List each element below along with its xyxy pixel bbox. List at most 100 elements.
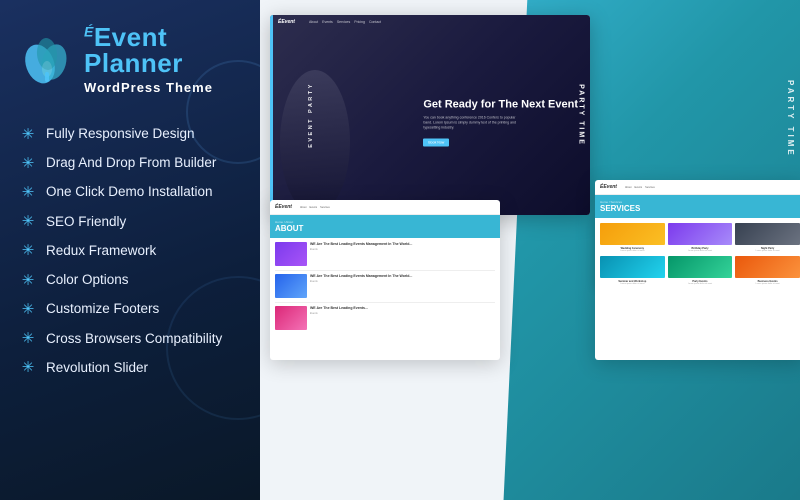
service-image bbox=[668, 256, 733, 278]
about-nav-link: About bbox=[300, 206, 307, 209]
feature-text: One Click Demo Installation bbox=[46, 183, 213, 201]
screen-about: ÉEvent About Events Services Home / Abou… bbox=[270, 200, 500, 360]
hero-accent-bar bbox=[270, 15, 273, 215]
article-meta: Events bbox=[310, 312, 368, 315]
asterisk-icon: ✳ bbox=[20, 301, 36, 317]
feature-item: ✳ Customize Footers bbox=[20, 300, 240, 318]
services-nav-link: About bbox=[625, 186, 632, 189]
service-desc: Lorem ipsum dolor sit amet bbox=[600, 250, 665, 253]
hero-logo: ÉEvent bbox=[278, 19, 295, 25]
services-nav: ÉEvent About Events Services bbox=[595, 180, 800, 195]
asterisk-icon: ✳ bbox=[20, 126, 36, 142]
service-card: Night Party Lorem ipsum dolor sit amet bbox=[735, 223, 800, 253]
hero-section: ÉEvent About Events Services Pricing Con… bbox=[270, 15, 590, 215]
feature-text: Color Options bbox=[46, 271, 129, 289]
article-title: WE Are The Best Leading Events Managemen… bbox=[310, 242, 412, 247]
service-card: Birthday Party Lorem ipsum dolor sit ame… bbox=[668, 223, 733, 253]
logo-area: ÉEvent Planner WordPress Theme bbox=[20, 24, 240, 97]
hero-content: Get Ready for The Next Event You can boo… bbox=[423, 98, 578, 149]
feature-text: Redux Framework bbox=[46, 242, 156, 260]
right-panel: ÉEvent About Events Services Pricing Con… bbox=[260, 0, 800, 500]
party-time-label: PARTY TIME bbox=[786, 80, 795, 158]
service-image bbox=[600, 256, 665, 278]
feature-item: ✳ Fully Responsive Design bbox=[20, 125, 240, 143]
feature-text: Fully Responsive Design bbox=[46, 125, 195, 143]
service-image bbox=[735, 223, 800, 245]
hero-person-silhouette bbox=[280, 70, 350, 215]
article-meta: Events bbox=[310, 248, 412, 251]
feature-item: ✳ Drag And Drop From Builder bbox=[20, 154, 240, 172]
article-text: WE Are The Best Leading Events Managemen… bbox=[310, 274, 412, 298]
service-card: Wedding Ceremony Lorem ipsum dolor sit a… bbox=[600, 223, 665, 253]
screen-hero: ÉEvent About Events Services Pricing Con… bbox=[270, 15, 590, 215]
article-item: WE Are The Best Leading Events Managemen… bbox=[275, 274, 495, 303]
logo-subtitle: WordPress Theme bbox=[84, 80, 213, 95]
about-page-title: ABOUT bbox=[275, 224, 495, 233]
hero-side-label: PARTY TIME bbox=[578, 84, 585, 146]
service-card: Seminar and Workshop Lorem ipsum dolor s… bbox=[600, 256, 665, 286]
service-image bbox=[668, 223, 733, 245]
asterisk-icon: ✳ bbox=[20, 184, 36, 200]
article-meta: Events bbox=[310, 280, 412, 283]
services-page-title: SERVICES bbox=[600, 204, 800, 213]
feature-item: ✳ Redux Framework bbox=[20, 242, 240, 260]
hero-nav-events: Events bbox=[322, 20, 333, 24]
hero-title: Get Ready for The Next Event bbox=[423, 98, 578, 112]
article-image bbox=[275, 274, 307, 298]
asterisk-icon: ✳ bbox=[20, 155, 36, 171]
article-image bbox=[275, 242, 307, 266]
feature-item: ✳ Revolution Slider bbox=[20, 359, 240, 377]
screen-services: ÉEvent About Events Services Home / Serv… bbox=[595, 180, 800, 360]
features-list: ✳ Fully Responsive Design ✳ Drag And Dro… bbox=[20, 125, 240, 377]
service-desc: Lorem ipsum dolor sit amet bbox=[735, 283, 800, 286]
services-header-bar: Home / Services SERVICES bbox=[595, 195, 800, 218]
asterisk-icon: ✳ bbox=[20, 360, 36, 376]
article-text: WE Are The Best Leading Events Managemen… bbox=[310, 242, 412, 266]
asterisk-icon: ✳ bbox=[20, 331, 36, 347]
article-item: WE Are The Best Leading Events... Events bbox=[275, 306, 495, 330]
hero-nav-links: About Events Services Pricing Contact bbox=[309, 20, 381, 24]
article-text: WE Are The Best Leading Events... Events bbox=[310, 306, 368, 330]
services-nav-link: Events bbox=[635, 186, 643, 189]
hero-description: You can book anything conference 2016 Co… bbox=[423, 116, 523, 131]
left-panel: ÉEvent Planner WordPress Theme ✳ Fully R… bbox=[0, 0, 260, 500]
service-image bbox=[735, 256, 800, 278]
about-nav-link: Events bbox=[310, 206, 318, 209]
feature-item: ✳ Color Options bbox=[20, 271, 240, 289]
service-desc: Lorem ipsum dolor sit amet bbox=[668, 250, 733, 253]
hero-nav: ÉEvent About Events Services Pricing Con… bbox=[270, 19, 590, 25]
hero-button[interactable]: Book Now bbox=[423, 138, 449, 146]
hero-nav-contact: Contact bbox=[369, 20, 381, 24]
logo-title: ÉEvent Planner bbox=[84, 24, 213, 76]
services-nav-link: Services bbox=[645, 186, 655, 189]
services-logo: ÉEvent bbox=[600, 184, 617, 190]
article-title: WE Are The Best Leading Events... bbox=[310, 306, 368, 311]
feature-item: ✳ SEO Friendly bbox=[20, 213, 240, 231]
service-desc: Lorem ipsum dolor sit amet bbox=[668, 283, 733, 286]
about-page-logo: ÉEvent bbox=[275, 204, 292, 210]
logo-text-block: ÉEvent Planner WordPress Theme bbox=[84, 24, 213, 97]
service-desc: Lorem ipsum dolor sit amet bbox=[600, 283, 665, 286]
asterisk-icon: ✳ bbox=[20, 214, 36, 230]
article-title: WE Are The Best Leading Events Managemen… bbox=[310, 274, 412, 279]
services-grid: Wedding Ceremony Lorem ipsum dolor sit a… bbox=[595, 218, 800, 291]
article-item: WE Are The Best Leading Events Managemen… bbox=[275, 242, 495, 271]
screens-container: ÉEvent About Events Services Pricing Con… bbox=[260, 0, 800, 500]
hero-nav-pricing: Pricing bbox=[354, 20, 365, 24]
service-card: Party Events Lorem ipsum dolor sit amet bbox=[668, 256, 733, 286]
service-desc: Lorem ipsum dolor sit amet bbox=[735, 250, 800, 253]
hero-vertical-label: EVENT PARTY bbox=[308, 82, 314, 148]
asterisk-icon: ✳ bbox=[20, 243, 36, 259]
feature-text: Customize Footers bbox=[46, 300, 159, 318]
asterisk-icon: ✳ bbox=[20, 272, 36, 288]
about-articles: WE Are The Best Leading Events Managemen… bbox=[270, 238, 500, 334]
hero-nav-about: About bbox=[309, 20, 318, 24]
feature-text: Drag And Drop From Builder bbox=[46, 154, 216, 172]
about-nav-link: Services bbox=[320, 206, 330, 209]
service-card: Business Events Lorem ipsum dolor sit am… bbox=[735, 256, 800, 286]
hero-nav-services: Services bbox=[337, 20, 350, 24]
feature-text: Cross Browsers Compatibility bbox=[46, 330, 222, 348]
feature-item: ✳ One Click Demo Installation bbox=[20, 183, 240, 201]
article-image bbox=[275, 306, 307, 330]
logo-icon bbox=[20, 34, 74, 88]
